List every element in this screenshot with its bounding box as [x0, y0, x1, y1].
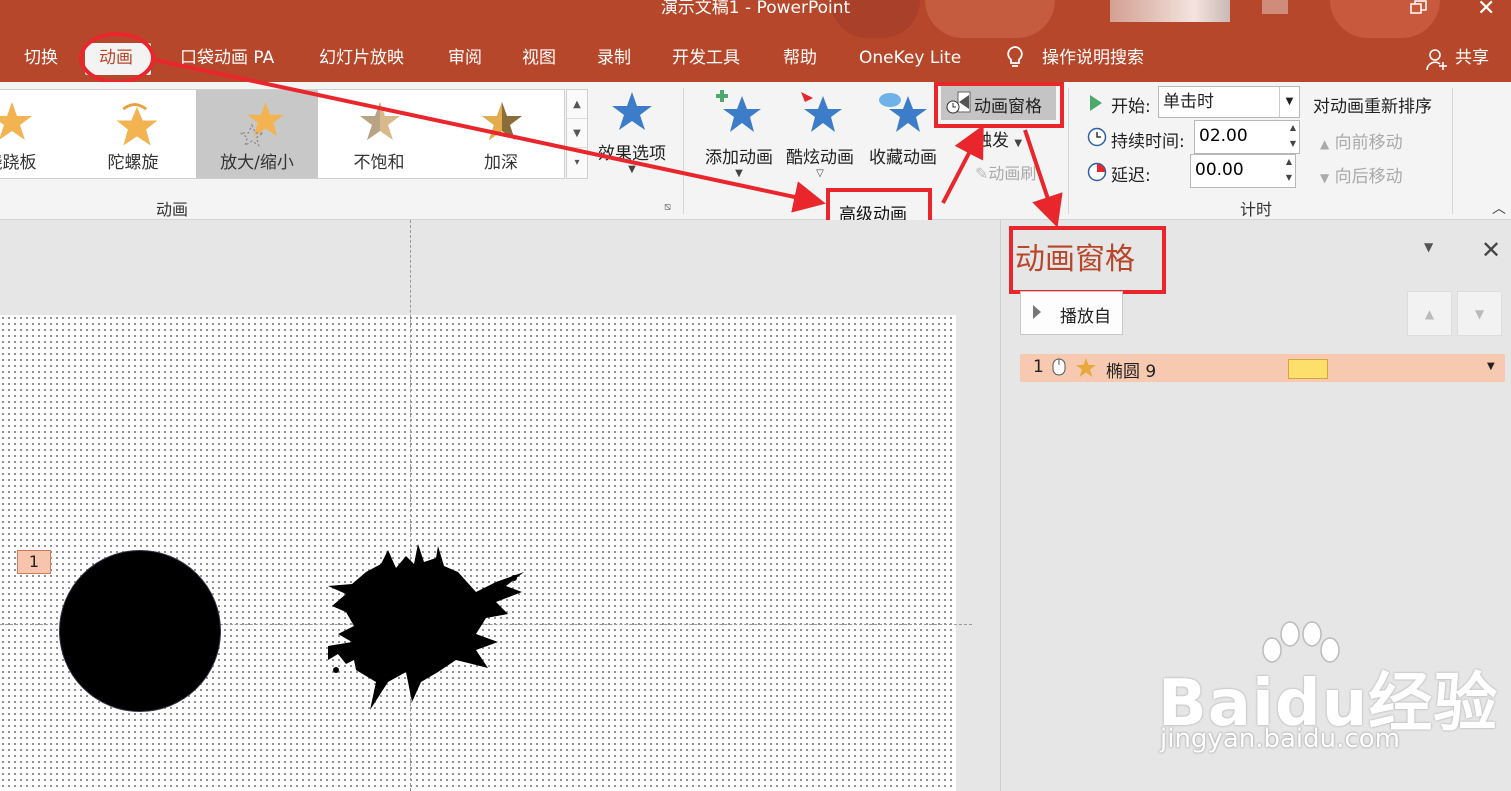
clock-icon — [1087, 127, 1107, 147]
gallery-item-grow-shrink[interactable]: 放大/缩小 — [196, 90, 318, 178]
share-button[interactable]: 共享 — [1455, 40, 1489, 76]
move-down-button[interactable]: ▼ — [1457, 291, 1502, 336]
delay-label: 延迟: — [1111, 166, 1151, 186]
collapse-ribbon-icon[interactable]: ︿ — [1492, 198, 1506, 218]
animation-list-item[interactable]: 1 椭圆 9 ▼ — [1020, 354, 1505, 382]
start-label: 开始: — [1111, 97, 1151, 117]
pane-title: 动画窗格 — [1015, 242, 1135, 277]
triangle-up-icon: ▲ — [1320, 137, 1330, 151]
delay-input[interactable] — [1191, 155, 1271, 185]
ink-splash-shape[interactable] — [326, 542, 526, 712]
tell-me-search[interactable]: 操作说明搜索 — [1042, 40, 1144, 76]
gallery-scroll-up-icon[interactable]: ▲ — [567, 90, 587, 119]
animation-gallery: 跷跷板 陀螺旋 放大/缩小 不饱和 加深 — [0, 89, 565, 179]
play-icon — [1090, 95, 1102, 111]
tab-developer[interactable]: 开发工具 — [672, 40, 740, 76]
increment-icon[interactable]: ▲ — [1290, 123, 1296, 132]
chevron-down-icon[interactable]: ▼ — [1487, 361, 1495, 372]
star-grow-icon — [238, 102, 284, 147]
dialog-launcher-icon[interactable]: ⧅ — [664, 200, 671, 214]
lightbulb-icon — [1007, 46, 1023, 67]
chevron-down-icon: ▼ — [1014, 138, 1023, 149]
annotation-box — [934, 82, 1064, 128]
collect-animation-button[interactable]: 收藏动画 — [865, 88, 941, 168]
pane-options-icon[interactable]: ▼ — [1424, 240, 1433, 254]
star-options-icon — [612, 92, 652, 130]
gallery-expand-icon[interactable]: ▾ — [567, 148, 587, 177]
annotation-circle — [79, 32, 155, 84]
close-pane-icon[interactable]: ✕ — [1481, 236, 1501, 264]
star-cool-icon — [801, 92, 842, 132]
timeline-bar[interactable] — [1288, 359, 1328, 379]
star-desaturate-icon — [360, 102, 400, 140]
decrement-icon[interactable]: ▼ — [1290, 139, 1296, 148]
restore-window-icon[interactable] — [1410, 0, 1428, 14]
chevron-down-icon: ▼ — [735, 168, 743, 179]
delay-icon — [1087, 162, 1107, 182]
brush-icon: ✎ — [975, 164, 989, 183]
group-label-timing: 计时 — [1240, 200, 1273, 219]
gallery-scroll[interactable]: ▲ ▼ ▾ — [566, 89, 588, 179]
chevron-down-icon: ▼ — [628, 164, 636, 175]
group-separator — [1068, 88, 1069, 214]
group-separator — [683, 88, 684, 214]
title-bar: 演示文稿1 - PowerPoint ✕ 切换 动画 口袋动画 PA 幻灯片放映… — [0, 0, 1511, 82]
delay-stepper[interactable]: ▲ ▼ — [1190, 154, 1296, 188]
ribbon: 跷跷板 陀螺旋 放大/缩小 不饱和 加深 ▲ ▼ ▾ 效果选项 ▼ 动画 ⧅ 添… — [0, 82, 1511, 232]
tab-pocket-animation[interactable]: 口袋动画 PA — [180, 40, 274, 76]
animation-pane: 动画窗格 ▼ ✕ 播放自 ▲ ▼ 1 椭圆 9 ▼ — [1000, 220, 1511, 791]
gallery-item-spin[interactable]: 陀螺旋 — [72, 90, 194, 178]
play-icon — [1033, 305, 1041, 319]
gallery-item-desaturate[interactable]: 不饱和 — [318, 90, 440, 178]
star-add-icon — [716, 90, 761, 132]
ellipse-shape[interactable] — [59, 550, 221, 712]
gallery-item-teeter[interactable]: 跷跷板 — [0, 90, 72, 178]
tab-record[interactable]: 录制 — [597, 40, 631, 76]
mouse-click-icon — [1052, 358, 1066, 376]
increment-icon[interactable]: ▲ — [1286, 157, 1292, 166]
tab-help[interactable]: 帮助 — [783, 40, 817, 76]
chevron-down-icon: ▼ — [1279, 87, 1299, 117]
play-from-button[interactable]: 播放自 — [1020, 291, 1123, 335]
trigger-button[interactable]: 触发 ▼ — [975, 126, 1022, 151]
reorder-title: 对动画重新排序 — [1313, 97, 1432, 117]
gallery-item-darken[interactable]: 加深 — [440, 90, 562, 178]
duration-stepper[interactable]: ▲ ▼ — [1194, 120, 1300, 154]
move-earlier-button[interactable]: ▲ 向前移动 — [1320, 128, 1403, 153]
effect-options-button[interactable]: 效果选项 ▼ — [592, 90, 672, 175]
star-icon — [1076, 358, 1096, 377]
star-icon — [0, 102, 32, 140]
person-share-icon[interactable] — [1426, 48, 1448, 72]
star-cloud-icon — [879, 93, 927, 132]
tab-onekey-lite[interactable]: OneKey Lite — [859, 40, 961, 76]
decrement-icon[interactable]: ▼ — [1286, 173, 1292, 182]
add-animation-button[interactable]: 添加动画 ▼ — [696, 88, 782, 179]
chevron-down-icon: ▽ — [816, 168, 824, 179]
triangle-down-icon: ▼ — [1320, 171, 1330, 185]
animation-order-tag[interactable]: 1 — [17, 550, 51, 574]
close-window-icon[interactable]: ✕ — [1477, 0, 1495, 21]
account-area — [1262, 0, 1288, 14]
tab-review[interactable]: 审阅 — [448, 40, 482, 76]
move-later-button[interactable]: ▼ 向后移动 — [1320, 162, 1403, 187]
ribbon-tabs: 切换 动画 口袋动画 PA 幻灯片放映 审阅 视图 录制 开发工具 帮助 One… — [0, 40, 1511, 76]
duration-label: 持续时间: — [1111, 132, 1185, 152]
tab-transitions[interactable]: 切换 — [24, 40, 58, 76]
gallery-scroll-down-icon[interactable]: ▼ — [567, 119, 587, 148]
cool-animation-button[interactable]: 酷炫动画 ▽ — [782, 88, 858, 179]
account-area — [1110, 0, 1230, 22]
group-label-animation: 动画 — [156, 200, 189, 219]
tab-view[interactable]: 视图 — [522, 40, 556, 76]
move-up-button[interactable]: ▲ — [1407, 291, 1452, 336]
tab-slideshow[interactable]: 幻灯片放映 — [319, 40, 404, 76]
duration-input[interactable] — [1195, 121, 1275, 151]
star-darken-icon — [482, 102, 522, 140]
start-select[interactable]: 单击时 ▼ — [1158, 86, 1300, 118]
star-spin-icon — [116, 103, 158, 146]
group-separator — [1452, 88, 1453, 214]
slide-editing-area: 1 — [0, 220, 1000, 791]
animation-brush-button[interactable]: ✎动画刷 — [975, 160, 1036, 184]
